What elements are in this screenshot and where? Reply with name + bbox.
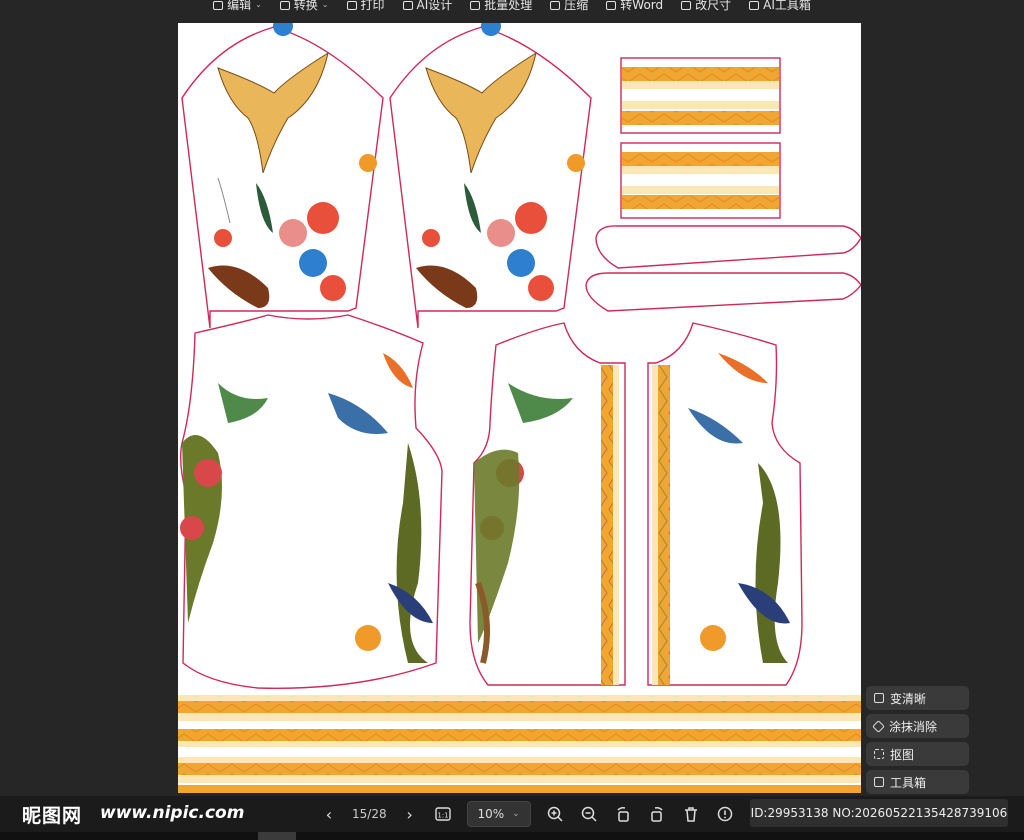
rotate-left-button[interactable] <box>613 804 633 824</box>
cutout-icon <box>874 749 884 759</box>
garment-pattern-image <box>178 23 861 793</box>
delete-button[interactable] <box>681 804 701 824</box>
chevron-down-icon: ⌄ <box>255 0 262 9</box>
image-id-label: ID:29953138 NO:20260522135428739106 <box>750 799 1008 827</box>
sleeve-piece-right <box>389 23 592 329</box>
convert-icon <box>279 0 290 10</box>
svg-text:1:1: 1:1 <box>437 812 448 820</box>
side-tools-panel: 变清晰 涂抹消除 抠图 工具箱 <box>866 686 969 798</box>
resize-icon <box>681 0 692 10</box>
batch-button[interactable]: 批量处理 <box>470 0 532 14</box>
rotate-right-icon <box>650 807 663 822</box>
cuff-piece-1 <box>620 57 781 134</box>
actual-size-button[interactable]: 1:1 <box>433 804 453 824</box>
rotate-left-icon <box>617 807 629 822</box>
edit-icon <box>213 0 224 10</box>
word-icon <box>606 0 617 10</box>
compress-button[interactable]: 压缩 <box>550 0 588 14</box>
prev-page-button[interactable]: ‹ <box>320 805 338 824</box>
taskbar <box>0 832 1024 840</box>
print-button[interactable]: 打印 <box>346 0 385 14</box>
zoom-in-button[interactable] <box>545 804 565 824</box>
image-canvas[interactable] <box>178 23 861 793</box>
compress-icon <box>550 0 561 10</box>
site-logo: 昵图网 <box>22 805 83 827</box>
resize-button[interactable]: 改尺寸 <box>681 0 731 14</box>
top-toolbar: 编辑 ⌄ 转换 ⌄ 打印 AI设计 批量处理 压缩 转Word 改尺寸 AI工具箱 <box>0 0 1024 14</box>
collar-piece-2 <box>585 272 861 312</box>
site-url: www.nipic.com <box>100 803 245 823</box>
next-page-button[interactable]: › <box>401 805 419 824</box>
erase-button[interactable]: 涂抹消除 <box>866 714 969 738</box>
chevron-down-icon: ⌄ <box>512 809 520 819</box>
toolbox-icon <box>874 777 884 787</box>
cutout-button[interactable]: 抠图 <box>866 742 969 766</box>
viewer-controls: ‹ 15/28 › 1:1 10% ⌄ <box>320 801 735 827</box>
enhance-button[interactable]: 变清晰 <box>866 686 969 710</box>
taskbar-app-icon[interactable] <box>258 832 296 840</box>
zoom-select[interactable]: 10% ⌄ <box>466 801 531 827</box>
info-button[interactable] <box>715 804 735 824</box>
ai-design-icon <box>402 0 413 10</box>
ai-toolbox-button[interactable]: AI工具箱 <box>749 0 811 14</box>
zoom-in-icon <box>547 806 563 822</box>
bottom-bar: 昵图网 www.nipic.com ‹ 15/28 › 1:1 10% ⌄ ID… <box>0 796 1024 832</box>
convert-menu[interactable]: 转换 ⌄ <box>279 0 329 14</box>
back-bodice-piece <box>179 314 443 689</box>
front-right-bodice-piece <box>647 322 803 686</box>
batch-icon <box>470 0 481 10</box>
ai-design-button[interactable]: AI设计 <box>402 0 452 14</box>
print-icon <box>346 0 357 10</box>
ai-toolbox-icon <box>749 0 760 10</box>
zoom-out-icon <box>581 806 597 822</box>
sleeve-piece-left <box>181 23 384 329</box>
eraser-icon <box>872 719 885 733</box>
front-left-bodice-piece <box>469 322 626 686</box>
info-icon <box>717 806 732 822</box>
page-indicator: 15/28 <box>352 807 387 821</box>
to-word-button[interactable]: 转Word <box>606 0 663 14</box>
hd-icon <box>874 693 884 703</box>
zoom-out-button[interactable] <box>579 804 599 824</box>
edit-menu[interactable]: 编辑 ⌄ <box>213 0 262 14</box>
trash-icon <box>684 807 697 822</box>
actual-size-icon: 1:1 <box>434 807 451 821</box>
cuff-piece-2 <box>620 142 781 219</box>
collar-piece-1 <box>595 225 861 269</box>
rotate-right-button[interactable] <box>647 804 667 824</box>
hem-stripe-panel <box>178 691 861 793</box>
toolbox-button[interactable]: 工具箱 <box>866 770 969 794</box>
chevron-down-icon: ⌄ <box>321 0 329 9</box>
